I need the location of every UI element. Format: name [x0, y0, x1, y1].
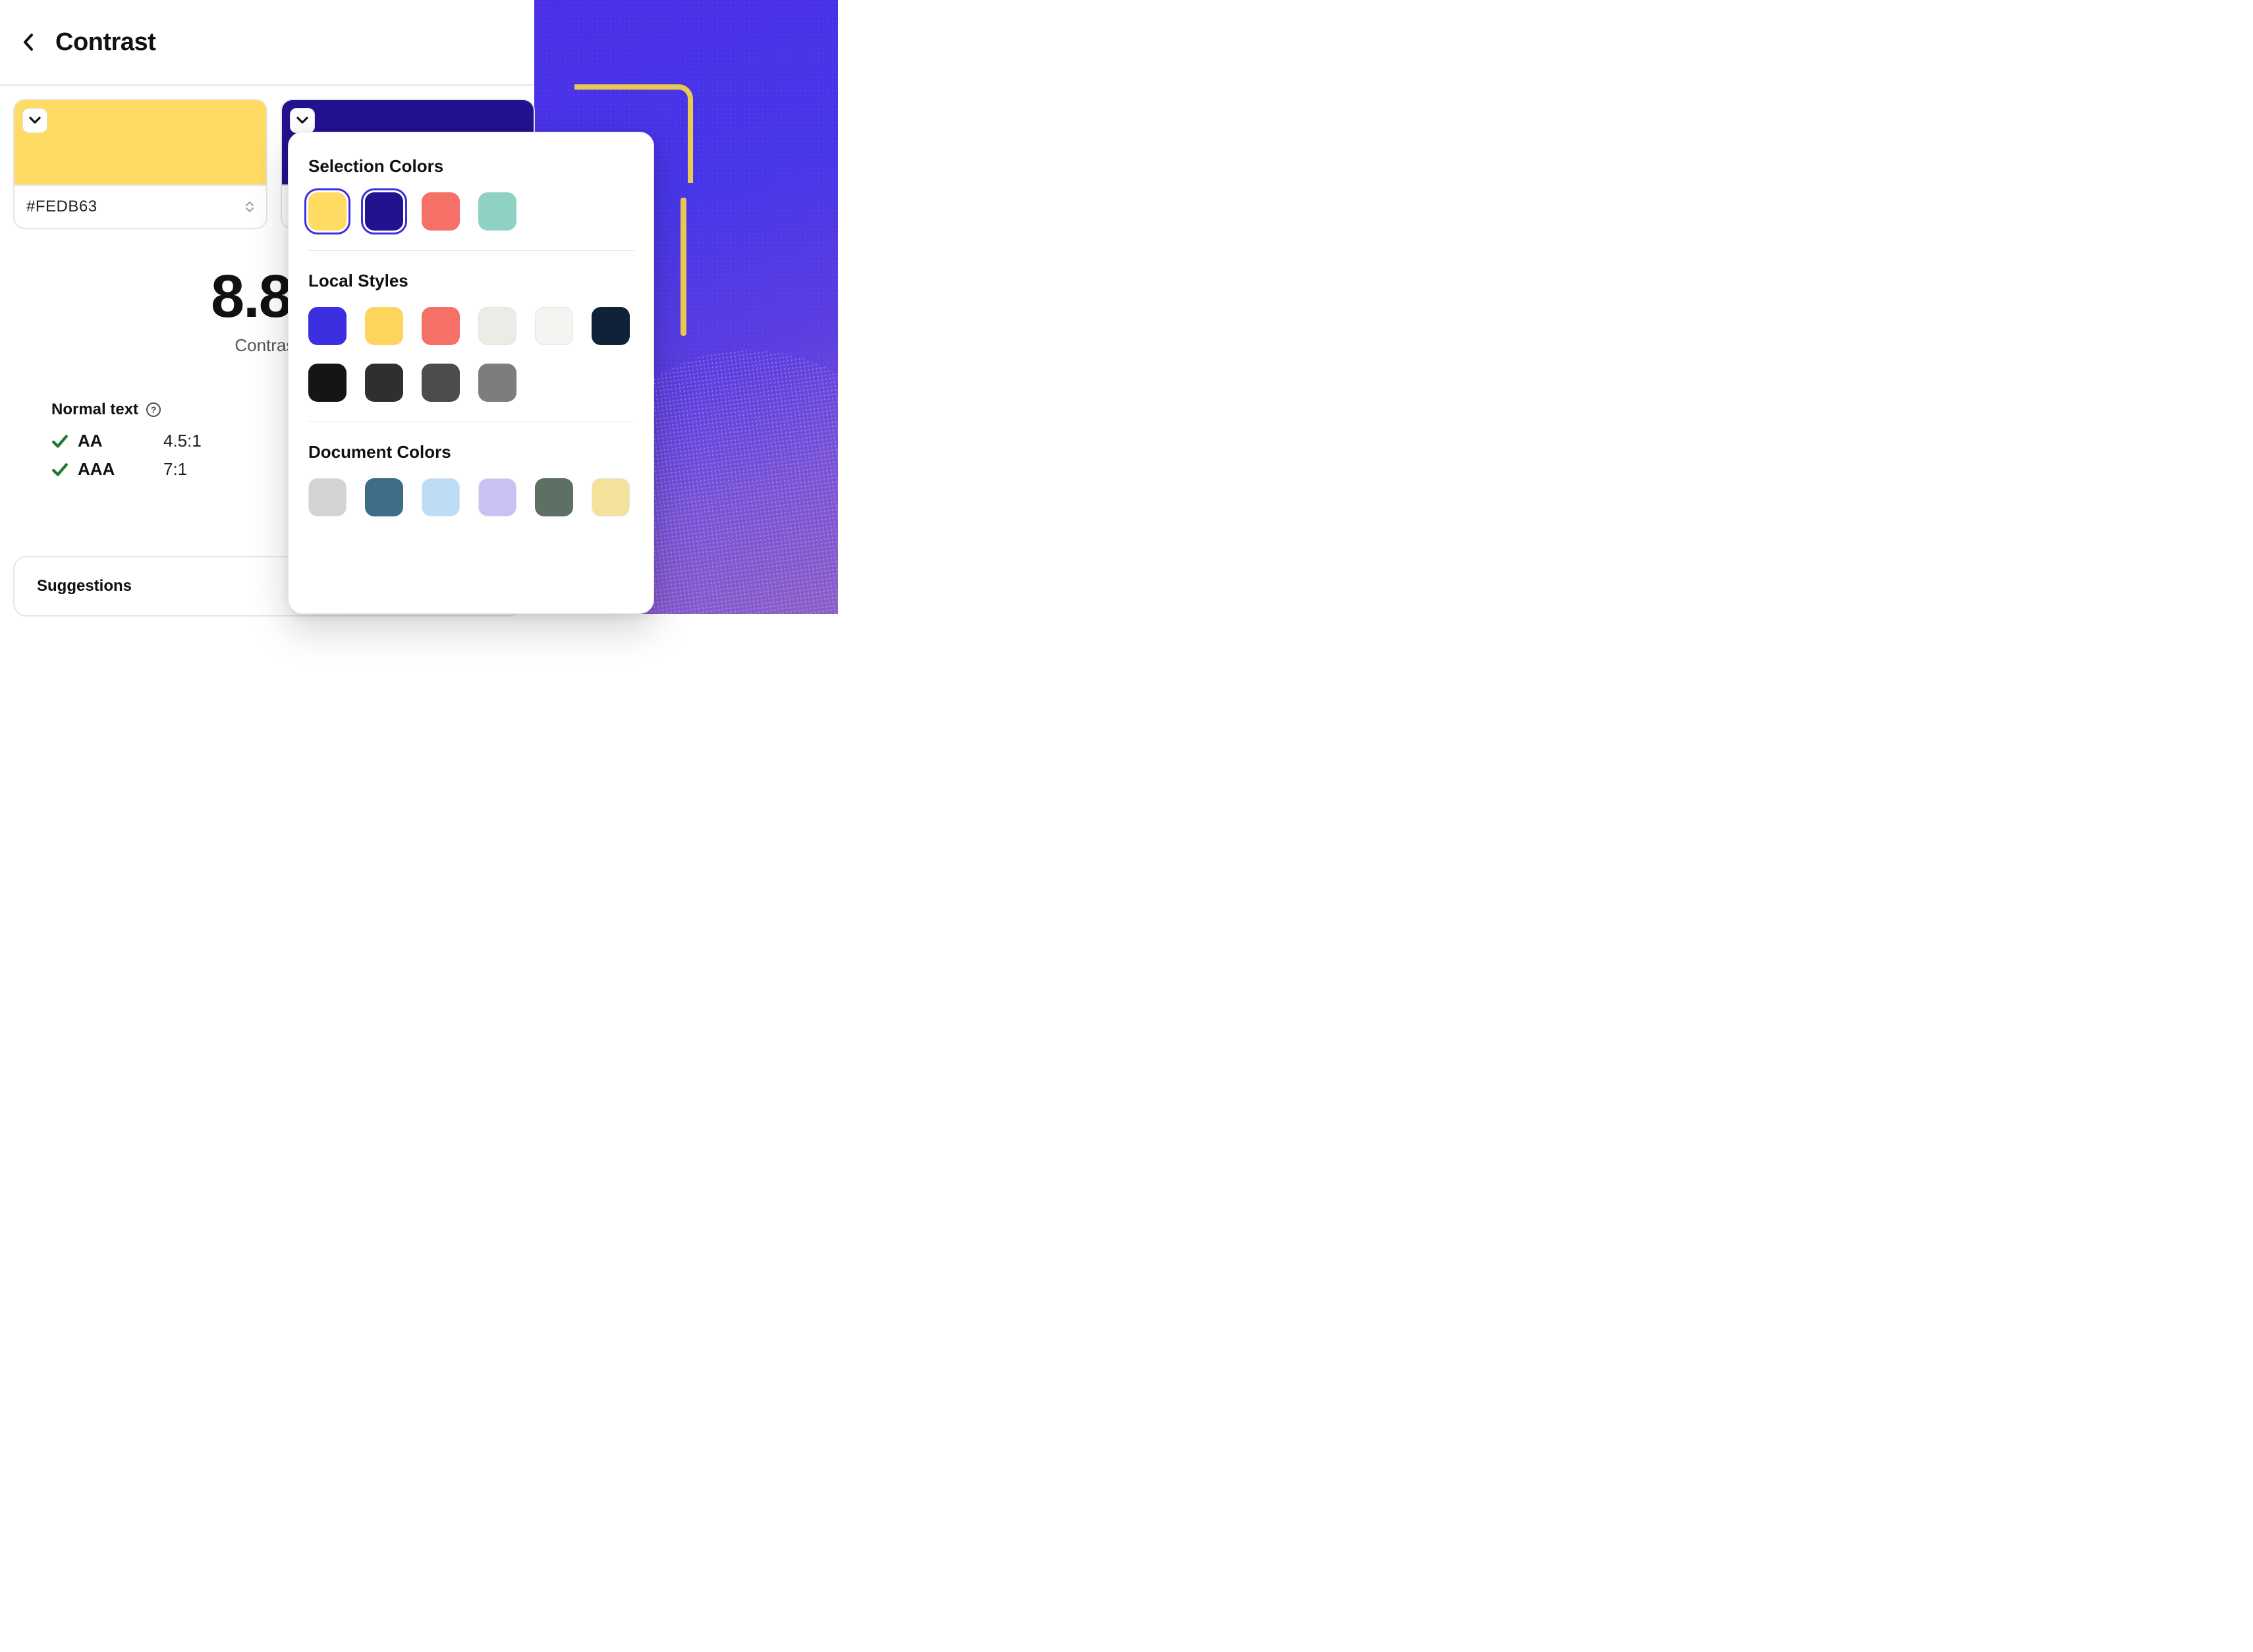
panel-header: Contrast — [0, 0, 534, 84]
foreground-color-card: #FEDB63 — [13, 99, 267, 229]
conformance-heading-row: Normal text ? — [51, 400, 289, 419]
local-style-color-swatch[interactable] — [365, 307, 403, 345]
local-style-color-swatch[interactable] — [308, 307, 347, 345]
local-style-color-swatch[interactable] — [478, 307, 516, 345]
foreground-picker-toggle[interactable] — [22, 108, 47, 133]
local-style-color-swatch[interactable] — [422, 307, 460, 345]
selection-color-swatch[interactable] — [478, 192, 516, 231]
normal-text-heading: Normal text — [51, 400, 138, 419]
foreground-hex-value[interactable]: #FEDB63 — [26, 198, 97, 216]
selection-colors-grid — [308, 192, 634, 231]
chevron-left-icon — [22, 32, 36, 52]
chevron-down-icon — [245, 207, 254, 213]
local-styles-grid — [308, 307, 634, 402]
artwork-stroke-vertical — [681, 198, 686, 336]
document-color-swatch[interactable] — [535, 478, 573, 516]
conformance-section: Normal text ? AA 4.5:1 AAA 7:1 — [51, 400, 289, 487]
local-style-color-swatch[interactable] — [422, 364, 460, 402]
conformance-level-aaa: AAA — [78, 459, 130, 480]
color-picker-popover: Selection Colors Local Styles Document C… — [288, 132, 654, 614]
selection-color-swatch[interactable] — [308, 192, 347, 231]
document-color-swatch[interactable] — [422, 478, 460, 516]
foreground-hex-row: #FEDB63 — [14, 184, 266, 228]
background-picker-toggle[interactable] — [290, 108, 315, 133]
conformance-threshold-aa: 4.5:1 — [163, 431, 202, 451]
selection-color-swatch[interactable] — [422, 192, 460, 231]
local-style-color-swatch[interactable] — [592, 307, 630, 345]
conformance-threshold-aaa: 7:1 — [163, 459, 187, 480]
local-style-color-swatch[interactable] — [535, 307, 573, 345]
page-title: Contrast — [55, 28, 155, 57]
foreground-swatch[interactable] — [14, 100, 266, 184]
foreground-hex-stepper[interactable] — [245, 201, 254, 213]
document-colors-heading: Document Colors — [308, 442, 634, 462]
popover-divider — [308, 250, 634, 251]
conformance-row-aa: AA 4.5:1 — [51, 431, 289, 451]
document-color-swatch[interactable] — [478, 478, 516, 516]
check-icon — [51, 461, 69, 478]
selection-colors-heading: Selection Colors — [308, 156, 634, 177]
local-style-color-swatch[interactable] — [308, 364, 347, 402]
header-divider — [0, 84, 534, 86]
chevron-down-icon — [296, 117, 308, 124]
local-style-color-swatch[interactable] — [365, 364, 403, 402]
selection-color-swatch[interactable] — [365, 192, 403, 231]
document-color-swatch[interactable] — [308, 478, 347, 516]
local-style-color-swatch[interactable] — [478, 364, 516, 402]
conformance-row-aaa: AAA 7:1 — [51, 459, 289, 480]
chevron-down-icon — [29, 117, 41, 124]
info-icon[interactable]: ? — [146, 402, 161, 417]
local-styles-heading: Local Styles — [308, 271, 634, 291]
check-icon — [51, 433, 69, 450]
document-colors-grid — [308, 478, 634, 516]
back-button[interactable] — [16, 29, 42, 55]
chevron-up-icon — [245, 201, 254, 207]
document-color-swatch[interactable] — [365, 478, 403, 516]
conformance-level-aa: AA — [78, 431, 130, 451]
document-color-swatch[interactable] — [592, 478, 630, 516]
